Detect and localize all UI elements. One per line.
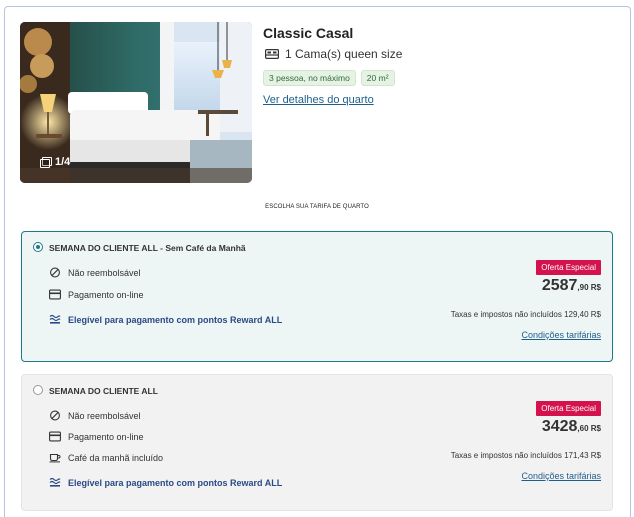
rate-option-2[interactable]: SEMANA DO CLIENTE ALL Não reembolsável P… [21,374,613,511]
gallery-icon [40,157,52,168]
feature-label: Pagamento on-line [68,431,144,442]
feature-label: Elegível para pagamento com pontos Rewar… [68,477,283,488]
price-integer: 3428 [541,418,578,435]
room-details-link[interactable]: Ver detalhes do quarto [263,94,374,106]
credit-card-icon [49,289,61,300]
photo-counter-text: 1/4 [55,156,71,168]
no-refund-icon [50,267,60,278]
breakfast-icon [49,453,61,463]
rate-price: 3428,60 R$ [542,418,601,436]
special-offer-badge: Oferta Especial [536,260,601,275]
feature-reward: Elegível para pagamento com pontos Rewar… [49,477,282,488]
room-name: Classic Casal [263,25,354,41]
rate-radio-1[interactable] [33,242,43,252]
bed-icon [265,49,279,59]
price-integer: 2587 [541,277,578,294]
feature-label: Pagamento on-line [68,289,144,300]
rate-radio-2[interactable] [33,385,43,395]
taxes-note: Taxas e impostos não incluídos 129,40 R$ [450,310,601,319]
room-photo[interactable]: 1/4 [20,22,252,183]
capacity-tag: 3 pessoa, no máximo [263,70,356,86]
bed-label: 1 Cama(s) queen size [285,47,403,61]
feature-reward: Elegível para pagamento com pontos Rewar… [49,314,282,325]
reward-points-icon [49,314,61,324]
no-refund-icon [50,410,60,421]
room-tags: 3 pessoa, no máximo 20 m² [263,70,395,86]
price-decimal: ,90 R$ [577,283,601,292]
rate-title: SEMANA DO CLIENTE ALL [49,386,158,396]
rate-conditions-link[interactable]: Condições tarifárias [521,330,601,340]
choose-rate-label: ESCOLHA SUA TARIFA DE QUARTO [265,204,369,210]
feature-online-payment: Pagamento on-line [49,289,144,300]
feature-label: Não reembolsável [68,410,141,421]
credit-card-icon [49,431,61,442]
rate-title: SEMANA DO CLIENTE ALL - Sem Café da Manh… [49,243,246,253]
special-offer-badge: Oferta Especial [536,401,601,416]
rate-option-1[interactable]: SEMANA DO CLIENTE ALL - Sem Café da Manh… [21,231,613,362]
rate-conditions-link[interactable]: Condições tarifárias [521,471,601,481]
bed-info: 1 Cama(s) queen size [265,47,402,61]
feature-label: Não reembolsável [68,267,141,278]
feature-online-payment: Pagamento on-line [49,431,144,442]
feature-no-refund: Não reembolsável [49,410,141,421]
feature-label: Elegível para pagamento com pontos Rewar… [68,314,283,325]
taxes-note: Taxas e impostos não incluídos 171,43 R$ [450,451,601,460]
feature-breakfast: Café da manhã incluído [49,452,163,463]
price-decimal: ,60 R$ [577,424,601,433]
rate-price: 2587,90 R$ [542,277,601,295]
size-tag: 20 m² [360,70,395,86]
photo-counter[interactable]: 1/4 [40,156,70,168]
feature-label: Café da manhã incluído [68,452,164,463]
reward-points-icon [49,477,61,487]
feature-no-refund: Não reembolsável [49,267,141,278]
